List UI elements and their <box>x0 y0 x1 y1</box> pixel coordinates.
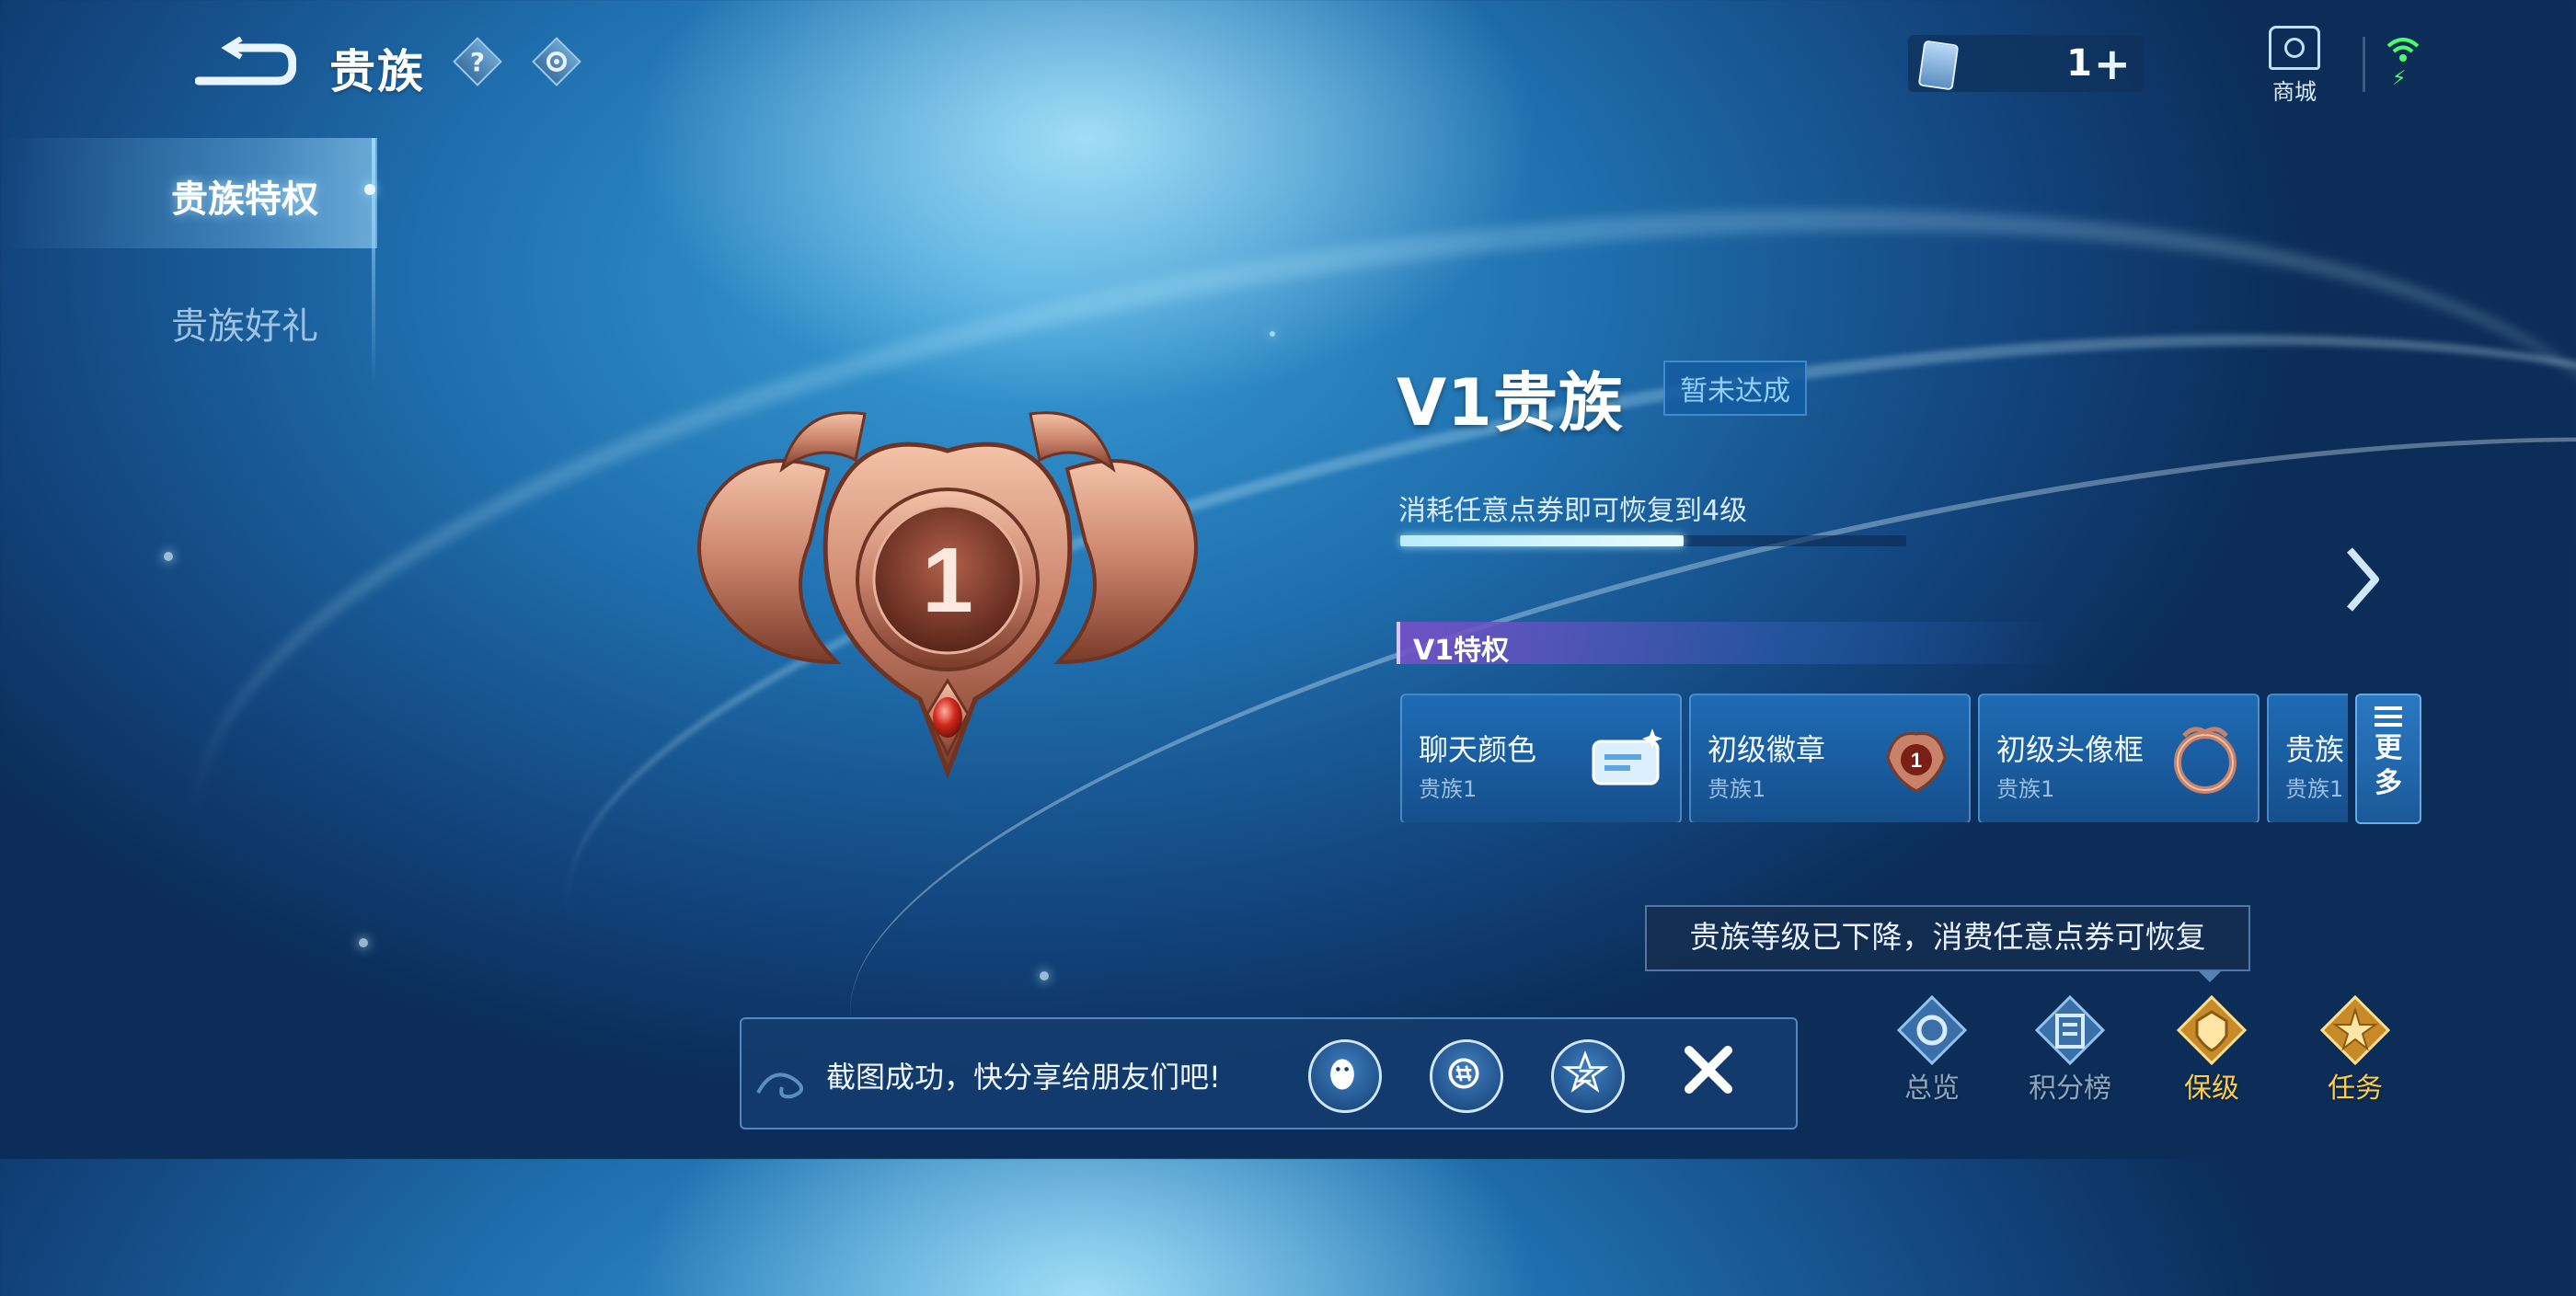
share-wechat-moments-button[interactable] <box>1430 1039 1503 1113</box>
header-divider <box>2363 37 2365 92</box>
level-drop-tooltip: 贵族等级已下降，消费任意点券可恢复 <box>1645 905 2250 982</box>
card-name: 初级头像框 <box>1996 732 2145 767</box>
sparkle <box>1040 971 1049 981</box>
shop-button[interactable]: 商城 <box>2265 26 2324 106</box>
sparkle <box>164 552 173 561</box>
overview-icon <box>1896 994 1968 1066</box>
wifi-icon <box>2386 38 2420 62</box>
close-icon[interactable] <box>1676 1038 1741 1102</box>
qq-icon <box>1330 1059 1354 1090</box>
avatar-frame-icon <box>2174 727 2237 794</box>
privilege-section-title: V1特权 <box>1413 635 1510 667</box>
sidebar-indicator-dot <box>364 184 375 195</box>
card-level: 贵族1 <box>1708 776 1766 802</box>
settings-button[interactable] <box>532 37 581 86</box>
ticket-balance: 1 + <box>1908 35 2144 92</box>
nav-label: 任务 <box>2328 1072 2383 1105</box>
privilege-section-header: V1特权 <box>1397 622 2063 667</box>
shop-label: 商城 <box>2272 79 2317 105</box>
card-level: 贵族1 <box>1996 776 2055 802</box>
progress-text: 消耗任意点券即可恢复到4级 <box>1398 495 1748 527</box>
card-name: 聊天颜色 <box>1419 732 1537 767</box>
card-level: 贵族1 <box>2285 776 2344 802</box>
privilege-card-avatar-frame[interactable]: 初级头像框 贵族1 <box>1978 694 2260 822</box>
nav-label: 总览 <box>1904 1072 1960 1105</box>
card-level: 贵族1 <box>1419 776 1478 802</box>
vip-level-title: V1贵族 <box>1397 365 1624 441</box>
ticket-count: 1 <box>2066 42 2092 85</box>
help-button[interactable]: ? <box>453 37 502 86</box>
nav-label: 保级 <box>2184 1072 2239 1105</box>
back-arrow-icon[interactable] <box>195 37 296 88</box>
gear-icon <box>546 52 567 72</box>
wechat-moments-icon <box>1448 1058 1479 1089</box>
qzone-icon <box>1561 1049 1609 1093</box>
privilege-cards: 聊天颜色 贵族1 初级徽章 贵族1 1 初级头像框 贵族1 贵族 贵族1 <box>1400 694 2348 822</box>
leaderboard-icon <box>2034 994 2106 1066</box>
nav-tasks[interactable]: 任务 <box>2300 992 2410 1106</box>
noble-level-emblem: 1 <box>697 411 1198 780</box>
sidebar-item-privileges[interactable]: 贵族特权 <box>171 169 318 223</box>
tasks-icon <box>2319 994 2391 1066</box>
nav-label: 积分榜 <box>2029 1072 2111 1105</box>
share-qq-button[interactable] <box>1308 1039 1382 1113</box>
list-icon <box>2375 706 2402 727</box>
progress-bar <box>1400 535 1906 546</box>
charging-icon: ⚡ <box>2392 67 2407 90</box>
sidebar-divider <box>372 138 375 386</box>
nav-keep-level[interactable]: 保级 <box>2156 992 2267 1106</box>
ticket-icon <box>1917 40 1960 91</box>
shop-icon <box>2269 26 2320 70</box>
more-label: 更多 <box>2375 732 2402 799</box>
privilege-card-badge[interactable]: 初级徽章 贵族1 1 <box>1689 694 1971 822</box>
help-icon: ? <box>469 46 486 77</box>
share-qzone-button[interactable] <box>1551 1039 1625 1113</box>
add-ticket-button[interactable]: + <box>2094 39 2131 90</box>
sparkle <box>359 938 368 947</box>
sparkle <box>1270 331 1275 337</box>
status-badge: 暂未达成 <box>1663 361 1807 416</box>
emblem-level-number: 1 <box>922 529 973 632</box>
progress-fill <box>1400 535 1684 546</box>
card-name: 初级徽章 <box>1708 732 1826 767</box>
privilege-card-chat-color[interactable]: 聊天颜色 贵族1 <box>1400 694 1682 822</box>
share-message: 截图成功，快分享给朋友们吧! <box>826 1060 1221 1095</box>
swirl-decoration-icon <box>756 1072 803 1099</box>
screenshot-share-bar: 截图成功，快分享给朋友们吧! <box>740 1017 1798 1130</box>
privilege-card-partial[interactable]: 贵族 贵族1 <box>2267 694 2348 822</box>
sidebar-item-gifts[interactable]: 贵族好礼 <box>171 296 318 350</box>
page-title: 贵族 <box>329 45 425 98</box>
badge-icon: 1 <box>1886 732 1947 793</box>
nav-leaderboard[interactable]: 积分榜 <box>2015 992 2125 1106</box>
keep-level-icon <box>2176 994 2248 1066</box>
chat-bubble-icon <box>1592 728 1662 786</box>
more-privileges-button[interactable]: 更多 <box>2355 694 2421 824</box>
chevron-right-icon[interactable] <box>2342 545 2383 614</box>
nav-overview[interactable]: 总览 <box>1877 992 1987 1106</box>
card-name: 贵族 <box>2285 732 2345 767</box>
svg-text:1: 1 <box>1911 749 1922 772</box>
